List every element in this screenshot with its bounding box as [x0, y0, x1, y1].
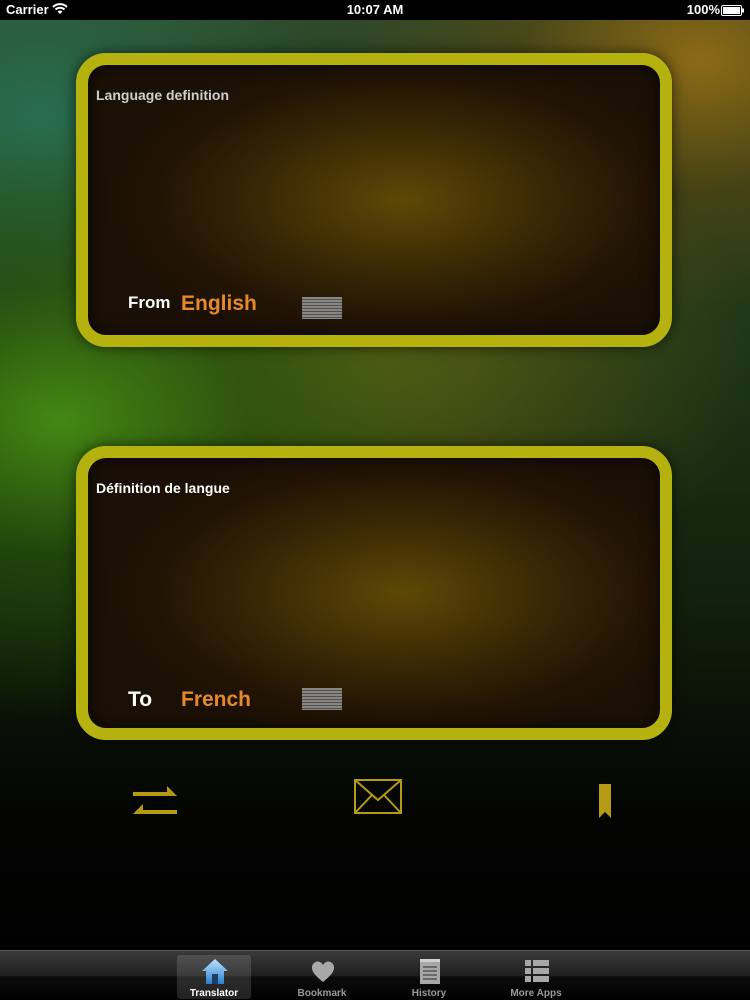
- tab-more-apps[interactable]: More Apps: [499, 955, 573, 999]
- email-button[interactable]: [350, 776, 410, 824]
- add-bookmark-button[interactable]: [575, 776, 635, 824]
- tab-label: History: [411, 988, 447, 999]
- home-icon: [202, 959, 228, 984]
- source-text-panel[interactable]: Language definition From English: [76, 53, 672, 347]
- tab-label: More Apps: [510, 988, 562, 999]
- target-text: Définition de langue: [96, 480, 230, 496]
- tab-translator[interactable]: Translator: [177, 955, 251, 999]
- translator-screen: Carrier 10:07 AM 100% Language definitio…: [0, 0, 750, 1000]
- source-text[interactable]: Language definition: [96, 87, 229, 103]
- source-language-picker-icon[interactable]: [302, 297, 342, 319]
- to-label: To: [128, 688, 153, 711]
- battery-percent: 100%: [686, 2, 720, 17]
- tab-bar: Translator Bookmark History More Apps: [0, 950, 750, 1000]
- status-bar: Carrier 10:07 AM 100%: [0, 0, 750, 20]
- source-language-button[interactable]: English: [181, 292, 257, 316]
- target-language-picker-icon[interactable]: [302, 688, 342, 710]
- list-icon: [525, 960, 549, 982]
- tab-history[interactable]: History: [392, 955, 466, 999]
- tab-bookmark[interactable]: Bookmark: [285, 955, 359, 999]
- bookmark-icon: [599, 784, 611, 818]
- battery-icon: [721, 4, 745, 19]
- from-label: From: [128, 293, 171, 312]
- heart-icon: [311, 961, 335, 982]
- notepad-icon: [420, 959, 440, 984]
- envelope-icon: [354, 779, 402, 814]
- status-time: 10:07 AM: [346, 2, 404, 17]
- target-language-button[interactable]: French: [181, 688, 251, 712]
- swap-arrows-icon: [133, 786, 177, 814]
- tab-label: Translator: [189, 988, 239, 999]
- tab-label: Bookmark: [297, 988, 347, 999]
- swap-languages-button[interactable]: [127, 776, 187, 824]
- target-text-panel[interactable]: Définition de langue To French: [76, 446, 672, 740]
